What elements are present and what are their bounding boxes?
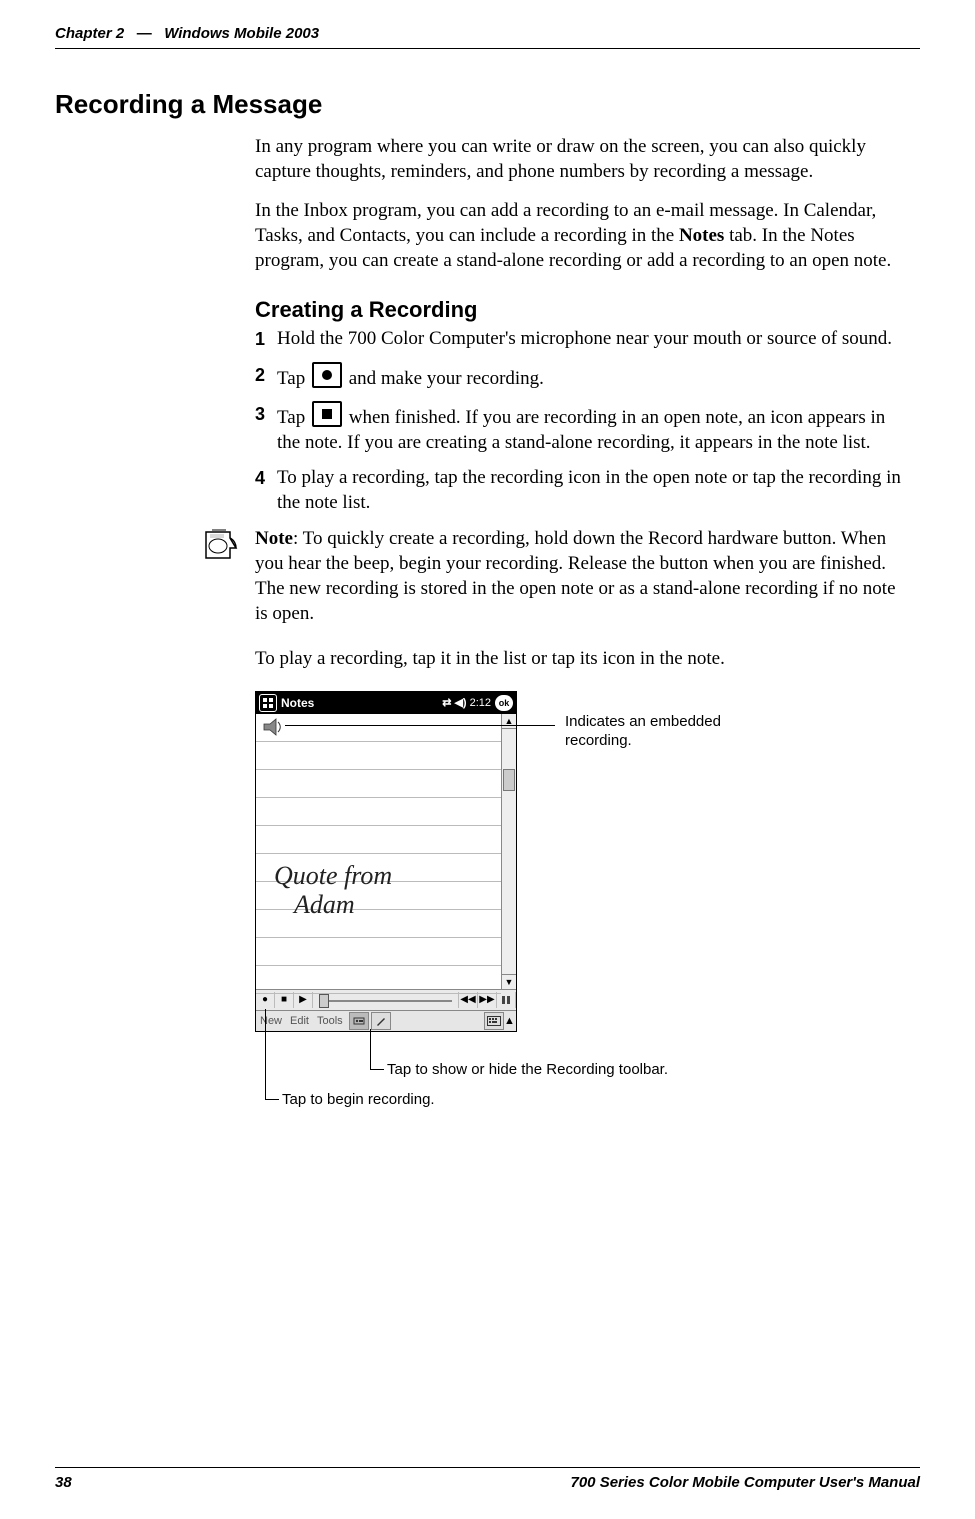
audio-settings-icon[interactable] (497, 992, 516, 1008)
step-body: Hold the 700 Color Computer's microphone… (277, 326, 910, 351)
steps-list: 1 Hold the 700 Color Computer's micropho… (255, 326, 910, 515)
play-button[interactable]: ▶ (294, 992, 313, 1008)
note-text: : To quickly create a recording, hold do… (255, 528, 896, 624)
step-3: 3 Tap when finished. If you are recordin… (255, 401, 910, 455)
embedded-recording-icon[interactable] (262, 718, 282, 736)
header-rule (55, 48, 920, 49)
keyboard-toggle[interactable] (484, 1012, 504, 1030)
stop-button[interactable]: ■ (275, 992, 294, 1008)
step-2-pre: Tap (277, 368, 310, 389)
scroll-thumb[interactable] (503, 769, 515, 791)
pen-toggle[interactable] (371, 1012, 391, 1030)
step-2: 2 Tap and make your recording. (255, 362, 910, 391)
chapter-label: Chapter 2 (55, 25, 124, 42)
ok-button[interactable]: ok (495, 695, 513, 711)
figure: Notes ⇄ ◀) 2:12 ok (255, 691, 920, 1151)
titlebar-app: Notes (281, 696, 314, 710)
handwriting-line-2: Adam (294, 891, 392, 920)
callout-line (285, 725, 555, 726)
section-heading: Recording a Message (55, 89, 920, 120)
step-3-pre: Tap (277, 407, 310, 428)
callout-line (265, 1009, 266, 1099)
chapter-title: Windows Mobile 2003 (164, 25, 319, 42)
subsection-heading: Creating a Recording (255, 295, 910, 324)
clock: 2:12 (470, 697, 491, 709)
callout-line (370, 1029, 371, 1069)
start-icon[interactable] (259, 694, 277, 712)
menubar: New Edit Tools ▲ (256, 1011, 516, 1031)
callout-line (370, 1069, 384, 1070)
running-header: Chapter 2 — Windows Mobile 2003 (55, 25, 920, 42)
rewind-button[interactable]: ◀◀ (459, 992, 478, 1008)
step-number: 4 (255, 465, 277, 491)
note-canvas[interactable]: Quote from Adam ▲ ▼ (256, 714, 516, 990)
intro-paragraph-2: In the Inbox program, you can add a reco… (255, 198, 910, 273)
note-label: Note (255, 528, 293, 549)
device-screenshot: Notes ⇄ ◀) 2:12 ok (255, 691, 517, 1032)
callout-begin: Tap to begin recording. (282, 1091, 435, 1110)
volume-icon[interactable]: ◀) (454, 696, 466, 709)
recording-toolbar-toggle[interactable] (349, 1012, 369, 1030)
menu-edit[interactable]: Edit (286, 1015, 313, 1027)
record-icon (312, 362, 342, 388)
scroll-up-icon[interactable]: ▲ (502, 714, 516, 729)
page-number: 38 (55, 1474, 72, 1491)
connectivity-icon[interactable]: ⇄ (442, 696, 451, 709)
note-block: Note: To quickly create a recording, hol… (200, 526, 910, 626)
record-button[interactable]: ● (256, 992, 275, 1008)
step-body: Tap when finished. If you are recording … (277, 401, 910, 455)
handwriting-line-1: Quote from (274, 862, 392, 891)
step-number: 2 (255, 362, 277, 388)
playback-slider[interactable] (313, 992, 459, 1008)
step-3-post: when finished. If you are recording in a… (277, 407, 885, 453)
step-body: Tap and make your recording. (277, 362, 910, 391)
note-icon (200, 526, 255, 569)
menu-tools[interactable]: Tools (313, 1015, 347, 1027)
intro-2-bold: Notes (679, 225, 724, 246)
scroll-track[interactable] (502, 729, 516, 974)
forward-button[interactable]: ▶▶ (478, 992, 497, 1008)
step-1: 1 Hold the 700 Color Computer's micropho… (255, 326, 910, 352)
titlebar: Notes ⇄ ◀) 2:12 ok (256, 692, 516, 714)
step-number: 1 (255, 326, 277, 352)
stop-icon (312, 401, 342, 427)
step-2-post: and make your recording. (344, 368, 544, 389)
header-separator: — (128, 25, 160, 42)
scroll-down-icon[interactable]: ▼ (502, 974, 516, 989)
page-footer: 38 700 Series Color Mobile Computer User… (55, 1467, 920, 1491)
step-body: To play a recording, tap the recording i… (277, 465, 910, 515)
intro-paragraph-1: In any program where you can write or dr… (255, 134, 910, 184)
step-number: 3 (255, 401, 277, 427)
menu-new[interactable]: New (256, 1015, 286, 1027)
step-4: 4 To play a recording, tap the recording… (255, 465, 910, 515)
note-body: Note: To quickly create a recording, hol… (255, 526, 910, 626)
play-paragraph: To play a recording, tap it in the list … (255, 646, 910, 671)
callout-line (265, 1099, 279, 1100)
scrollbar[interactable]: ▲ ▼ (501, 714, 516, 989)
sip-up-icon[interactable]: ▲ (504, 1015, 516, 1027)
manual-title: 700 Series Color Mobile Computer User's … (571, 1474, 921, 1491)
handwriting: Quote from Adam (274, 862, 392, 919)
callout-toolbar: Tap to show or hide the Recording toolba… (387, 1061, 668, 1080)
callout-embedded: Indicates an embedded recording. (565, 713, 725, 751)
